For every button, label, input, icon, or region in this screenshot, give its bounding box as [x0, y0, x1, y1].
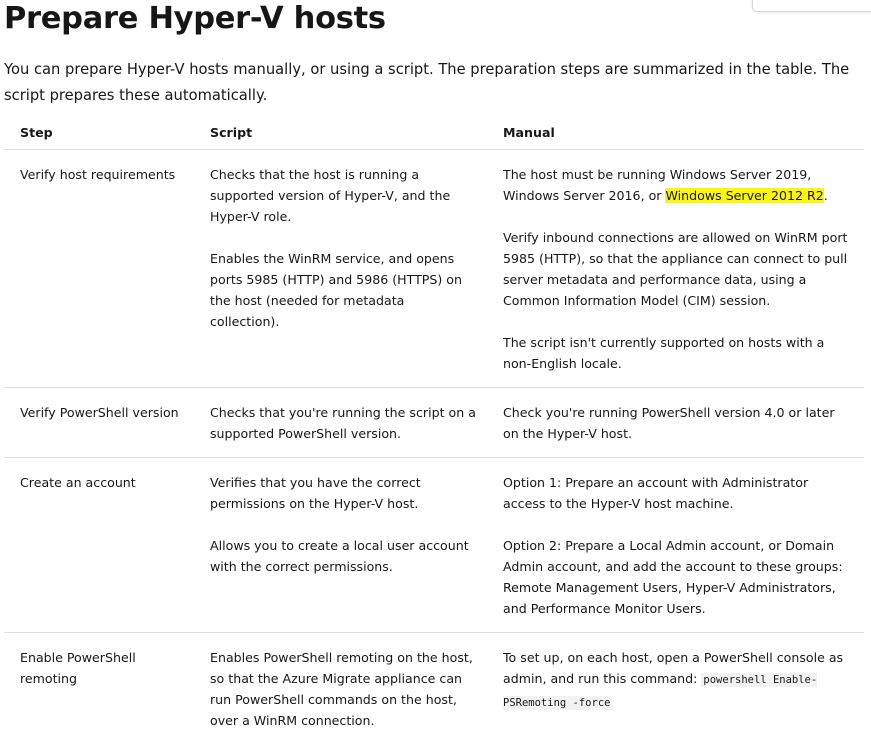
manual-text: The script isn't currently supported on … — [503, 335, 825, 371]
step-cell: Verify PowerShell version — [4, 387, 194, 458]
header-step: Step — [4, 115, 194, 150]
step-cell: Verify host requirements — [4, 149, 194, 388]
step-cell: Create an account — [4, 457, 194, 633]
highlighted-text: Windows Server 2012 R2 — [665, 188, 824, 203]
table-row: Create an account Verifies that you have… — [4, 457, 864, 633]
table-row: Verify host requirements Checks that the… — [4, 149, 864, 388]
script-text: Checks that the host is running a suppor… — [210, 167, 451, 224]
table-header: Step Script Manual — [4, 115, 864, 150]
script-text: Enables PowerShell remoting on the host,… — [210, 650, 473, 728]
intro-paragraph: You can prepare Hyper-V hosts manually, … — [4, 61, 850, 104]
header-manual: Manual — [487, 115, 864, 150]
manual-text: Check you're running PowerShell version … — [503, 405, 835, 441]
manual-cell: The host must be running Windows Server … — [487, 149, 864, 388]
script-text: Checks that you're running the script on… — [210, 405, 476, 441]
manual-text: Verify inbound connections are allowed o… — [503, 230, 848, 308]
table-header-row: Step Script Manual — [4, 115, 864, 150]
top-right-panel-edge — [752, 0, 871, 12]
header-script: Script — [194, 115, 487, 150]
manual-cell: To set up, on each host, open a PowerShe… — [487, 632, 864, 736]
script-cell: Checks that you're running the script on… — [194, 387, 487, 458]
script-cell: Enables PowerShell remoting on the host,… — [194, 632, 487, 736]
page-title: Prepare Hyper-V hosts — [4, 1, 386, 36]
table-row: Verify PowerShell version Checks that yo… — [4, 387, 864, 458]
manual-text: Option 2: Prepare a Local Admin account,… — [503, 538, 843, 616]
script-text: Enables the WinRM service, and opens por… — [210, 251, 462, 329]
manual-text: The host must be running Windows Server … — [503, 164, 854, 206]
script-cell: Checks that the host is running a suppor… — [194, 149, 487, 388]
manual-cell: Option 1: Prepare an account with Admini… — [487, 457, 864, 633]
preparation-steps-table: Step Script Manual Verify host requireme… — [4, 115, 864, 736]
table-row: Enable PowerShell remoting Enables Power… — [4, 632, 864, 736]
script-cell: Verifies that you have the correct permi… — [194, 457, 487, 633]
step-cell: Enable PowerShell remoting — [4, 632, 194, 736]
manual-text: Option 1: Prepare an account with Admini… — [503, 475, 809, 511]
script-text: Verifies that you have the correct permi… — [210, 475, 421, 511]
manual-text-part: . — [823, 188, 828, 203]
script-text: Allows you to create a local user accoun… — [210, 538, 469, 574]
manual-text: To set up, on each host, open a PowerShe… — [503, 647, 854, 714]
manual-cell: Check you're running PowerShell version … — [487, 387, 864, 458]
